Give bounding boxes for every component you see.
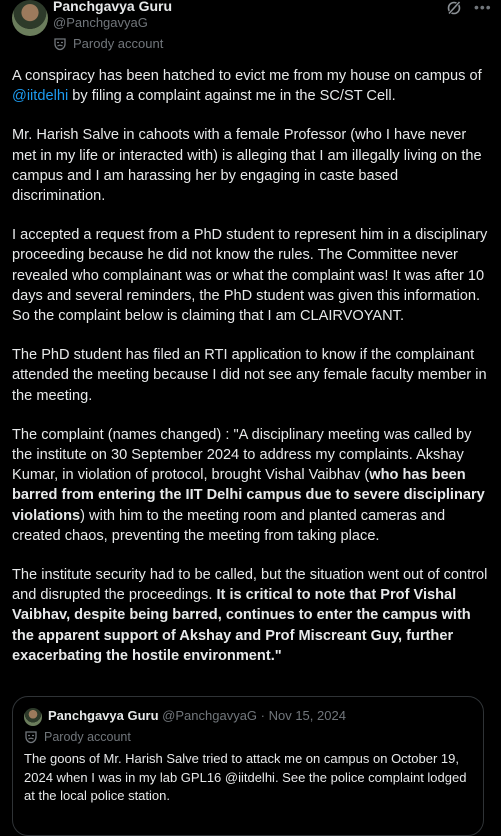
tweet-header: Panchgavya Guru @PanchgavyaG Parody acco…	[0, 0, 501, 60]
tweet-text-span: A conspiracy has been hatched to evict m…	[12, 68, 482, 84]
parody-mask-icon	[54, 37, 66, 50]
parody-badge-label: Parody account	[73, 36, 164, 51]
tweet-paragraph-4: The PhD student has filed an RTI applica…	[12, 347, 487, 404]
tweet-paragraph-1: A conspiracy has been hatched to evict m…	[12, 66, 490, 106]
tweet-paragraph-3: I accepted a request from a PhD student …	[12, 227, 488, 325]
quote-date: Nov 15, 2024	[268, 708, 346, 723]
quote-header: Panchgavya Guru @PanchgavyaG · Nov 15, 2…	[48, 708, 346, 723]
quote-separator: ·	[257, 708, 269, 723]
tweet-text: A conspiracy has been hatched to evict m…	[12, 66, 490, 685]
quote-display-name: Panchgavya Guru	[48, 708, 159, 723]
quote-text: The goons of Mr. Harish Salve tried to a…	[24, 751, 467, 803]
parody-badge: Parody account	[53, 36, 163, 51]
quoted-tweet[interactable]: Panchgavya Guru @PanchgavyaG · Nov 15, 2…	[12, 696, 484, 836]
more-icon[interactable]: •••	[474, 0, 494, 16]
quote-avatar	[24, 708, 42, 726]
author-handle[interactable]: @PanchgavyaG	[53, 15, 148, 30]
tweet-text-span: by filing a complaint against me in the …	[68, 88, 396, 105]
avatar[interactable]	[12, 0, 48, 36]
tweet-paragraph-6: The institute security had to be called,…	[12, 565, 490, 666]
quote-parody-label: Parody account	[44, 730, 131, 744]
tweet-paragraph-5: The complaint (names changed) : "A disci…	[12, 425, 490, 546]
quote-handle: @PanchgavyaG	[162, 708, 258, 723]
quote-parody-badge: Parody account	[24, 730, 131, 744]
author-display-name[interactable]: Panchgavya Guru	[53, 0, 172, 14]
grok-icon[interactable]	[446, 0, 462, 16]
parody-mask-icon	[25, 731, 37, 744]
tweet-paragraph-2: Mr. Harish Salve in cahoots with a femal…	[12, 127, 482, 205]
mention-link[interactable]: @iitdelhi	[12, 88, 68, 104]
